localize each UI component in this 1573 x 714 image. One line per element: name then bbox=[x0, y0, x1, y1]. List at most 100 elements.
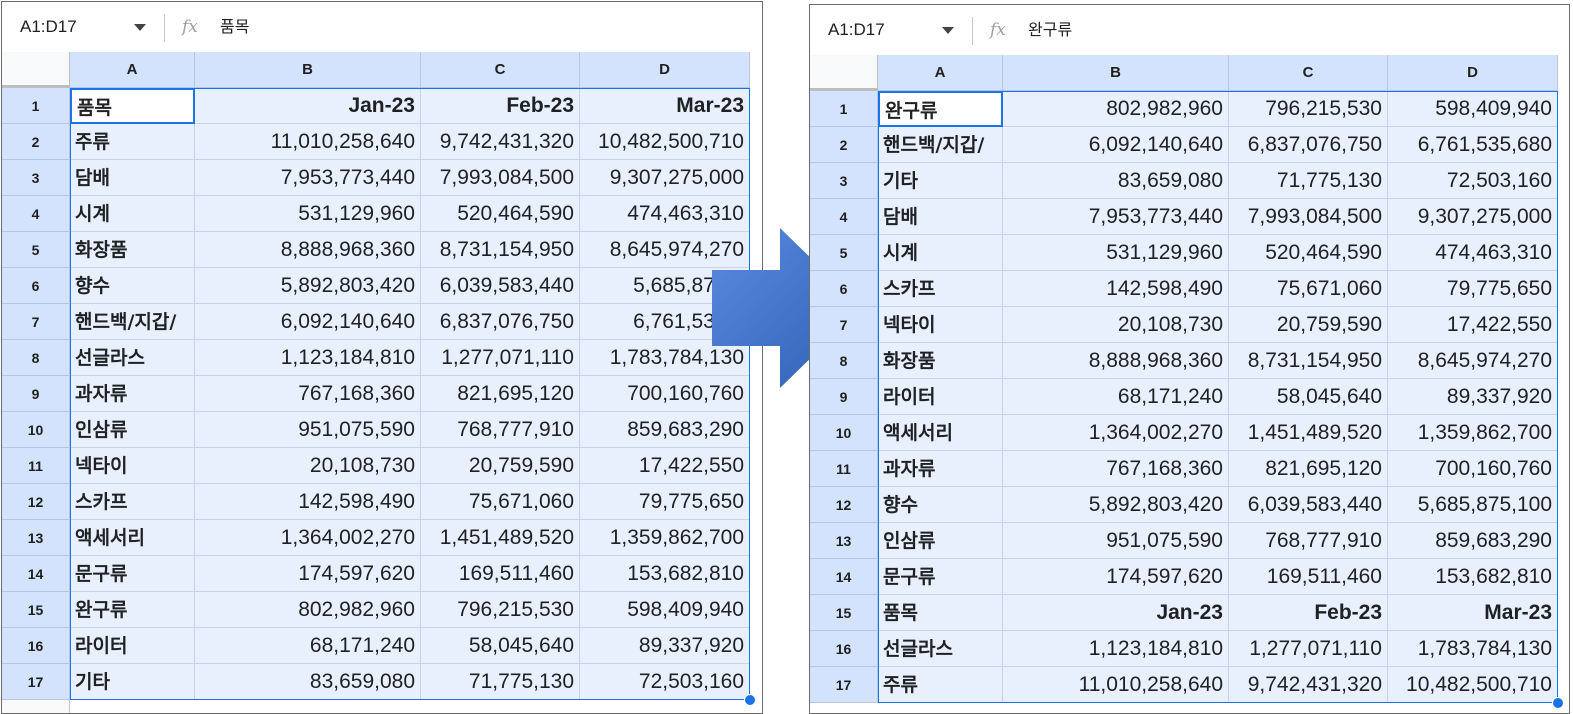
cell-D15[interactable]: 598,409,940 bbox=[580, 592, 750, 628]
row-header[interactable]: 8 bbox=[810, 343, 878, 379]
cell-A16[interactable]: 선글라스 bbox=[878, 631, 1003, 667]
cell-B9[interactable]: 68,171,240 bbox=[1003, 379, 1229, 415]
column-header-d[interactable]: D bbox=[1388, 55, 1558, 91]
cell-D3[interactable]: 9,307,275,000 bbox=[580, 160, 750, 196]
row-header[interactable]: 10 bbox=[810, 415, 878, 451]
cell-C10[interactable]: 768,777,910 bbox=[421, 412, 580, 448]
cell-A12[interactable]: 향수 bbox=[878, 487, 1003, 523]
cell-A2[interactable]: 주류 bbox=[70, 124, 195, 160]
cell-C4[interactable]: 7,993,084,500 bbox=[1229, 199, 1388, 235]
row-header[interactable]: 9 bbox=[2, 376, 70, 412]
cell-D1[interactable]: Mar-23 bbox=[580, 88, 750, 124]
cell-B12[interactable]: 142,598,490 bbox=[195, 484, 421, 520]
select-all-corner[interactable] bbox=[2, 52, 70, 88]
cell-B1[interactable]: Jan-23 bbox=[195, 88, 421, 124]
cell-A6[interactable]: 스카프 bbox=[878, 271, 1003, 307]
cell-C2[interactable]: 6,837,076,750 bbox=[1229, 127, 1388, 163]
cell-D17[interactable]: 10,482,500,710 bbox=[1388, 667, 1558, 703]
cell-D15[interactable]: Mar-23 bbox=[1388, 595, 1558, 631]
cell-B2[interactable]: 6,092,140,640 bbox=[1003, 127, 1229, 163]
cell-A4[interactable]: 시계 bbox=[70, 196, 195, 232]
cell-B4[interactable]: 7,953,773,440 bbox=[1003, 199, 1229, 235]
cell-C3[interactable]: 7,993,084,500 bbox=[421, 160, 580, 196]
cell-D2[interactable]: 10,482,500,710 bbox=[580, 124, 750, 160]
cell-B7[interactable]: 20,108,730 bbox=[1003, 307, 1229, 343]
cell-A3[interactable]: 담배 bbox=[70, 160, 195, 196]
name-box[interactable]: A1:D17 bbox=[20, 2, 77, 52]
cell-D12[interactable]: 79,775,650 bbox=[580, 484, 750, 520]
row-header[interactable]: 11 bbox=[2, 448, 70, 484]
cell-B8[interactable]: 1,123,184,810 bbox=[195, 340, 421, 376]
cell-C7[interactable]: 20,759,590 bbox=[1229, 307, 1388, 343]
cell-B15[interactable]: Jan-23 bbox=[1003, 595, 1229, 631]
cell-C11[interactable]: 20,759,590 bbox=[421, 448, 580, 484]
cell-A6[interactable]: 향수 bbox=[70, 268, 195, 304]
cell-C3[interactable]: 71,775,130 bbox=[1229, 163, 1388, 199]
formula-input[interactable]: 품목 bbox=[220, 2, 249, 52]
row-header[interactable]: 16 bbox=[810, 631, 878, 667]
cell-B5[interactable]: 8,888,968,360 bbox=[195, 232, 421, 268]
cell-B11[interactable]: 20,108,730 bbox=[195, 448, 421, 484]
cell-A13[interactable]: 인삼류 bbox=[878, 523, 1003, 559]
name-box[interactable]: A1:D17 bbox=[828, 5, 885, 55]
cell-B14[interactable]: 174,597,620 bbox=[195, 556, 421, 592]
row-header[interactable]: 3 bbox=[2, 160, 70, 196]
row-header[interactable]: 11 bbox=[810, 451, 878, 487]
cell-C1[interactable]: 796,215,530 bbox=[1229, 91, 1388, 127]
formula-input[interactable]: 완구류 bbox=[1028, 5, 1072, 55]
row-header[interactable]: 7 bbox=[810, 307, 878, 343]
cell-D9[interactable]: 89,337,920 bbox=[1388, 379, 1558, 415]
chevron-down-icon[interactable] bbox=[134, 24, 146, 31]
cell-A17[interactable]: 주류 bbox=[878, 667, 1003, 703]
column-header-a[interactable]: A bbox=[70, 52, 195, 88]
cell-C4[interactable]: 520,464,590 bbox=[421, 196, 580, 232]
cell-B12[interactable]: 5,892,803,420 bbox=[1003, 487, 1229, 523]
row-header[interactable]: 3 bbox=[810, 163, 878, 199]
cell-B16[interactable]: 68,171,240 bbox=[195, 628, 421, 664]
row-header[interactable]: 2 bbox=[810, 127, 878, 163]
chevron-down-icon[interactable] bbox=[942, 27, 954, 34]
cell-A7[interactable]: 넥타이 bbox=[878, 307, 1003, 343]
cell-D16[interactable]: 1,783,784,130 bbox=[1388, 631, 1558, 667]
cell-C6[interactable]: 6,039,583,440 bbox=[421, 268, 580, 304]
cell-C15[interactable]: Feb-23 bbox=[1229, 595, 1388, 631]
row-header[interactable]: 15 bbox=[810, 595, 878, 631]
cell-B13[interactable]: 951,075,590 bbox=[1003, 523, 1229, 559]
cell-A2[interactable]: 핸드백/지갑/ bbox=[878, 127, 1003, 163]
row-header[interactable]: 1 bbox=[810, 91, 878, 127]
cell-D11[interactable]: 17,422,550 bbox=[580, 448, 750, 484]
cell-B15[interactable]: 802,982,960 bbox=[195, 592, 421, 628]
row-header[interactable]: 2 bbox=[2, 124, 70, 160]
column-header-d[interactable]: D bbox=[580, 52, 750, 88]
cell-A1[interactable]: 품목 bbox=[70, 88, 195, 124]
cell-A5[interactable]: 화장품 bbox=[70, 232, 195, 268]
cell-A14[interactable]: 문구류 bbox=[70, 556, 195, 592]
cell-A8[interactable]: 화장품 bbox=[878, 343, 1003, 379]
row-header[interactable]: 4 bbox=[2, 196, 70, 232]
cell-D14[interactable]: 153,682,810 bbox=[580, 556, 750, 592]
row-header[interactable]: 17 bbox=[2, 664, 70, 700]
cell-C1[interactable]: Feb-23 bbox=[421, 88, 580, 124]
cell-A9[interactable]: 라이터 bbox=[878, 379, 1003, 415]
column-header-a[interactable]: A bbox=[878, 55, 1003, 91]
row-header[interactable]: 4 bbox=[810, 199, 878, 235]
cell-B17[interactable]: 11,010,258,640 bbox=[1003, 667, 1229, 703]
row-header[interactable]: 16 bbox=[2, 628, 70, 664]
row-header[interactable]: 18 bbox=[2, 700, 70, 713]
cell-D8[interactable]: 8,645,974,270 bbox=[1388, 343, 1558, 379]
row-header[interactable]: 6 bbox=[2, 268, 70, 304]
cell-C17[interactable]: 71,775,130 bbox=[421, 664, 580, 700]
cell-A8[interactable]: 선글라스 bbox=[70, 340, 195, 376]
cell-B10[interactable]: 1,364,002,270 bbox=[1003, 415, 1229, 451]
row-header[interactable]: 5 bbox=[810, 235, 878, 271]
cell-C12[interactable]: 75,671,060 bbox=[421, 484, 580, 520]
cell-B8[interactable]: 8,888,968,360 bbox=[1003, 343, 1229, 379]
cell-D10[interactable]: 1,359,862,700 bbox=[1388, 415, 1558, 451]
row-header[interactable]: 8 bbox=[2, 340, 70, 376]
cell-C5[interactable]: 8,731,154,950 bbox=[421, 232, 580, 268]
cell-A15[interactable]: 완구류 bbox=[70, 592, 195, 628]
cell-B14[interactable]: 174,597,620 bbox=[1003, 559, 1229, 595]
cell-C14[interactable]: 169,511,460 bbox=[421, 556, 580, 592]
cell-A17[interactable]: 기타 bbox=[70, 664, 195, 700]
row-header[interactable]: 12 bbox=[2, 484, 70, 520]
